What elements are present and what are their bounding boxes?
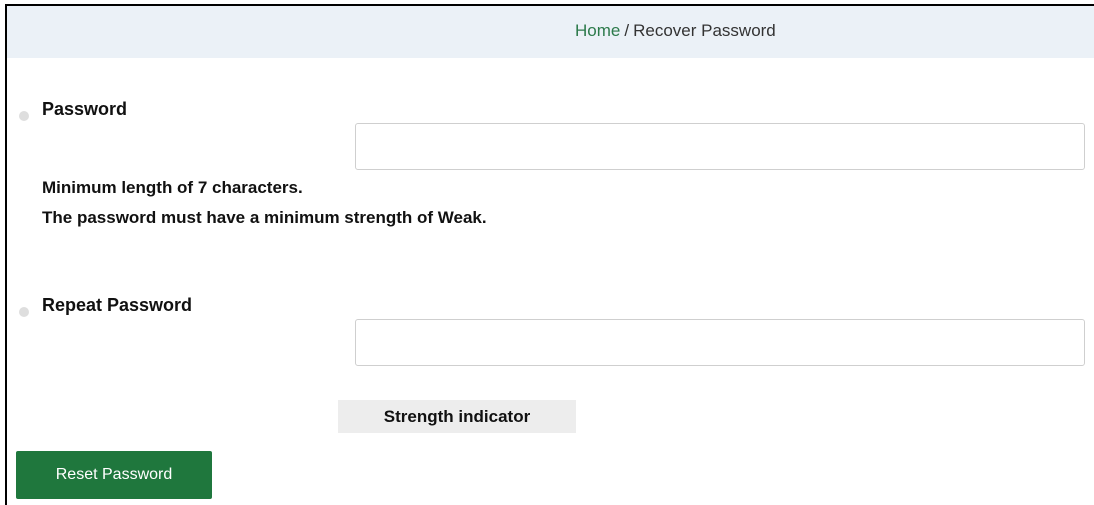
page-frame: Home / Recover Password Password Minimum l… <box>5 4 1094 505</box>
breadcrumb-bar: Home / Recover Password <box>7 6 1094 58</box>
strength-indicator: Strength indicator <box>338 400 576 433</box>
password-hint-strength: The password must have a minimum strengt… <box>42 208 487 227</box>
breadcrumb-separator: / <box>624 21 630 40</box>
breadcrumb: Home / Recover Password <box>575 21 776 41</box>
repeat-password-input[interactable] <box>355 319 1085 366</box>
password-label: Password <box>42 99 128 119</box>
repeat-password-bullet-icon <box>19 307 29 317</box>
password-bullet-icon <box>19 111 29 121</box>
password-input[interactable] <box>355 123 1085 170</box>
repeat-password-label: Repeat Password <box>42 295 193 315</box>
breadcrumb-home-link[interactable]: Home <box>575 21 620 40</box>
reset-password-button[interactable]: Reset Password <box>16 451 212 499</box>
breadcrumb-current: Recover Password <box>633 21 776 40</box>
password-hint-min-length: Minimum length of 7 characters. <box>42 178 303 197</box>
